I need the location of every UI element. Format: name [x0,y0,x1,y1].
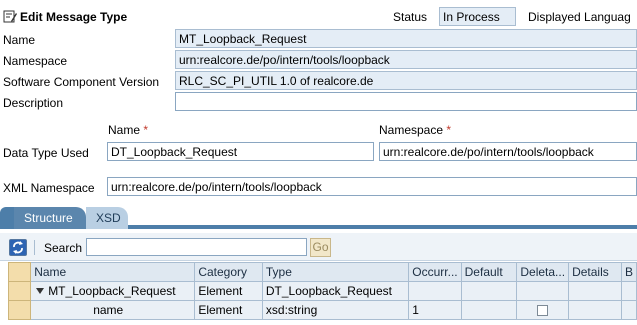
toolbar-separator [34,240,35,255]
deletable-checkbox[interactable] [537,305,549,317]
row-details [568,300,622,320]
column-header-deletable[interactable]: Deleta... [516,262,570,282]
go-button[interactable]: Go [310,238,331,257]
table-row[interactable]: name Element xsd:string 1 [7,300,637,320]
edit-pencil-icon [3,9,17,23]
column-header-details[interactable]: Details [568,262,622,282]
refresh-icon[interactable] [9,239,27,256]
row-default [460,300,518,320]
column-header-occurrence[interactable]: Occurr... [408,262,462,282]
row-b [620,281,637,301]
status-label: Status [393,10,428,24]
datatype-name-input[interactable]: DT_Loopback_Request [107,142,374,161]
row-category: Element [194,300,263,320]
row-selector[interactable] [7,300,32,320]
page-title: Edit Message Type [20,10,128,24]
tab-strip-corner [0,207,14,229]
datatype-name-header-text: Name [108,123,141,137]
column-header-default[interactable]: Default [460,262,518,282]
tab-xsd[interactable]: XSD [86,207,128,229]
structure-table: Name Category Type Occurr... Default Del… [7,262,637,320]
status-value: In Process [439,7,516,26]
datatype-used-label: Data Type Used [3,146,89,160]
triangle-down-icon[interactable] [36,288,45,294]
table-row[interactable]: MT_Loopback_Request Element DT_Loopback_… [7,281,637,301]
xml-namespace-input[interactable]: urn:realcore.de/po/intern/tools/loopback [107,177,637,196]
row-name: MT_Loopback_Request [48,284,176,298]
row-name-cell: name [30,300,196,320]
row-deletable [516,281,570,301]
row-name: name [93,303,124,317]
column-header-category[interactable]: Category [194,262,263,282]
datatype-namespace-header-text: Namespace [379,123,444,137]
row-b [620,300,637,320]
search-label: Search [44,241,83,255]
description-input[interactable] [175,92,637,111]
xml-namespace-label: XML Namespace [3,181,95,195]
row-occurrence: 1 [408,300,462,320]
row-type: xsd:string [261,300,410,320]
tab-structure[interactable]: Structure [14,207,86,229]
namespace-label: Namespace [3,54,68,68]
column-header-b[interactable]: B [620,262,637,282]
datatype-namespace-input[interactable]: urn:realcore.de/po/intern/tools/loopback [379,142,637,161]
software-component-version-label: Software Component Version [3,75,160,89]
datatype-name-header: Name * [108,123,148,137]
row-type: DT_Loopback_Request [261,281,410,301]
row-selector[interactable] [7,281,32,301]
tab-strip: Structure XSD [0,207,637,229]
row-default [460,281,518,301]
row-details [568,281,622,301]
row-occurrence [408,281,462,301]
software-component-version-field: RLC_SC_PI_UTIL 1.0 of realcore.de [175,71,637,90]
required-marker: * [143,123,149,137]
displayed-language-label: Displayed Languag [528,10,631,24]
name-label: Name [3,33,36,47]
column-header-name[interactable]: Name [30,262,196,282]
datatype-namespace-header: Namespace * [379,123,451,137]
name-field: MT_Loopback_Request [175,29,637,48]
row-deletable [516,300,570,320]
search-input[interactable] [86,238,307,256]
column-header-type[interactable]: Type [261,262,410,282]
namespace-field: urn:realcore.de/po/intern/tools/loopback [175,50,637,69]
row-name-cell: MT_Loopback_Request [30,281,196,301]
select-all-cell[interactable] [7,262,32,282]
structure-toolbar: Search Go [0,233,637,261]
required-marker: * [446,123,452,137]
row-category: Element [194,281,263,301]
description-label: Description [3,96,64,110]
